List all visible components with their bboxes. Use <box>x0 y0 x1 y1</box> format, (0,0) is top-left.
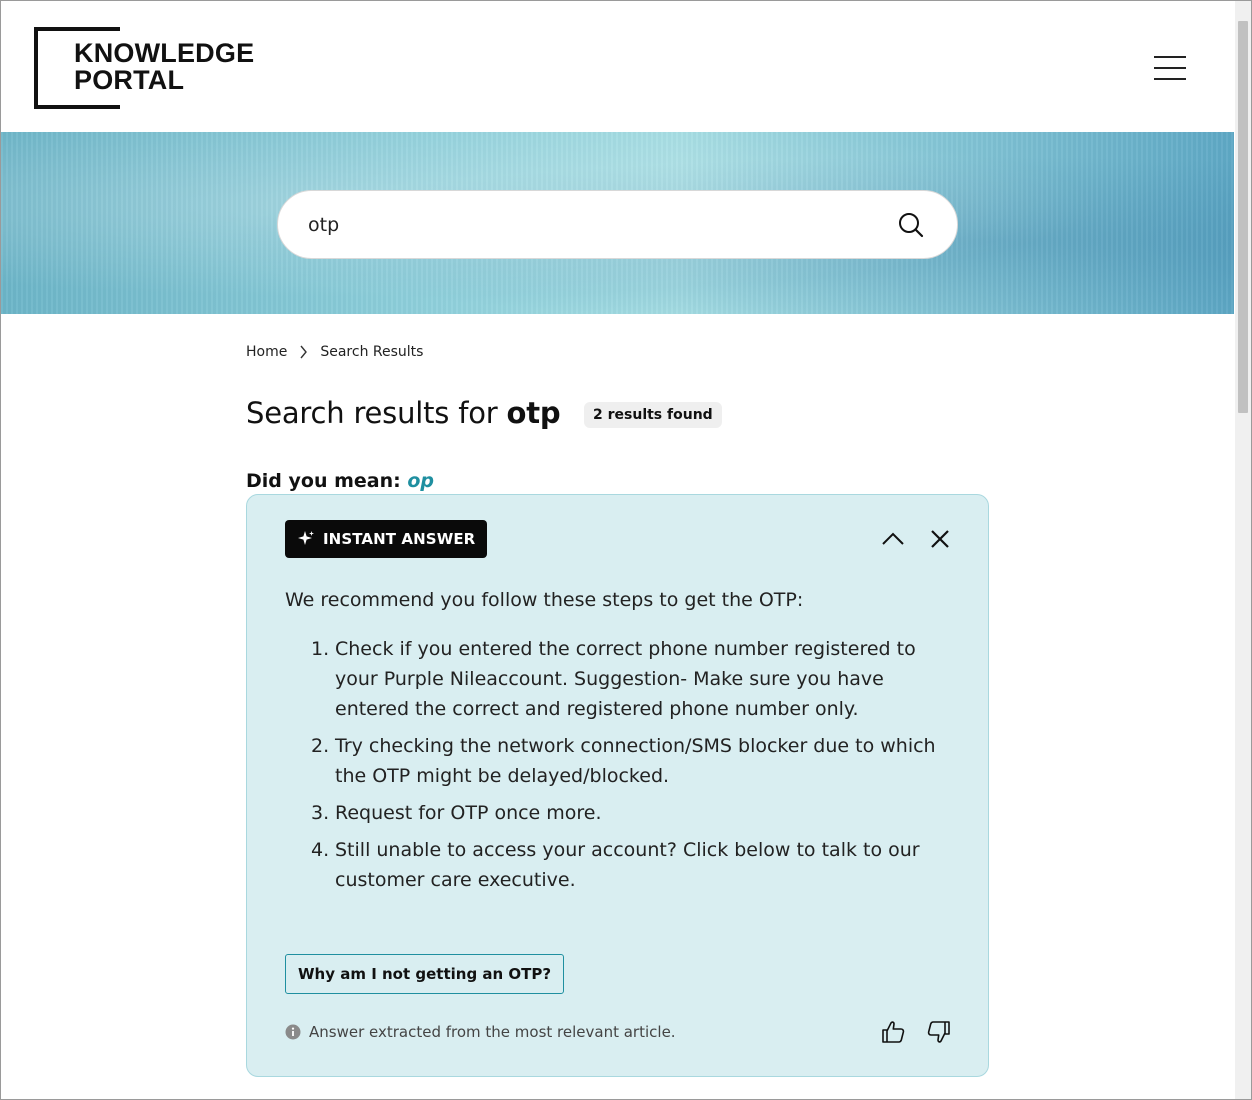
list-item: 2. Try checking the network connection/SM… <box>311 735 936 787</box>
why-no-otp-button[interactable]: Why am I not getting an OTP? <box>285 954 565 994</box>
page-title-prefix: Search results for <box>246 396 498 430</box>
did-you-mean-label: Did you mean: <box>246 470 401 492</box>
list-item: 1. Check if you entered the correct phone… <box>311 638 916 720</box>
chevron-right-icon <box>300 345 308 359</box>
results-count-badge: 2 results found <box>584 402 722 428</box>
thumbs-up-icon[interactable] <box>880 1019 906 1045</box>
page-title-query: otp <box>506 396 561 430</box>
did-you-mean-link[interactable]: op <box>407 470 434 492</box>
instant-answer-label-text: INSTANT ANSWER <box>323 530 476 548</box>
instant-answer-footer-note: Answer extracted from the most relevant … <box>309 1023 676 1041</box>
chevron-up-icon[interactable] <box>880 528 906 550</box>
breadcrumb-home[interactable]: Home <box>246 344 287 360</box>
info-icon <box>285 1024 301 1040</box>
close-icon[interactable] <box>929 528 951 550</box>
logo-line-2: PORTAL <box>74 65 185 95</box>
scrollbar-thumb[interactable] <box>1238 21 1248 413</box>
logo-text[interactable]: KNOWLEDGE PORTAL <box>74 38 257 95</box>
instant-answer-intro: We recommend you follow these steps to g… <box>285 589 804 611</box>
search-input[interactable] <box>308 208 868 242</box>
breadcrumb: Home Search Results <box>246 344 423 360</box>
hamburger-menu-icon[interactable] <box>1154 56 1186 82</box>
site-header: KNOWLEDGE PORTAL <box>1 1 1234 132</box>
instant-answer-steps: 1. Check if you entered the correct phone… <box>285 634 945 902</box>
page-title: Search results for otp <box>246 396 561 430</box>
did-you-mean: Did you mean: op <box>246 470 434 492</box>
breadcrumb-current: Search Results <box>320 344 424 360</box>
list-item: 4. Still unable to access your account? C… <box>311 839 920 891</box>
instant-answer-label: INSTANT ANSWER <box>285 520 488 558</box>
thumbs-down-icon[interactable] <box>926 1019 952 1045</box>
instant-answer-card: INSTANT ANSWER We recommend you follow t… <box>246 494 989 1077</box>
list-item: 3. Request for OTP once more. <box>311 802 602 824</box>
logo-line-1: KNOWLEDGE <box>74 38 255 68</box>
search-bar[interactable] <box>277 190 958 259</box>
instant-answer-footer: Answer extracted from the most relevant … <box>285 1023 676 1041</box>
sparkle-icon <box>298 531 314 545</box>
search-icon[interactable] <box>896 210 926 240</box>
vertical-scrollbar[interactable] <box>1235 1 1251 1099</box>
